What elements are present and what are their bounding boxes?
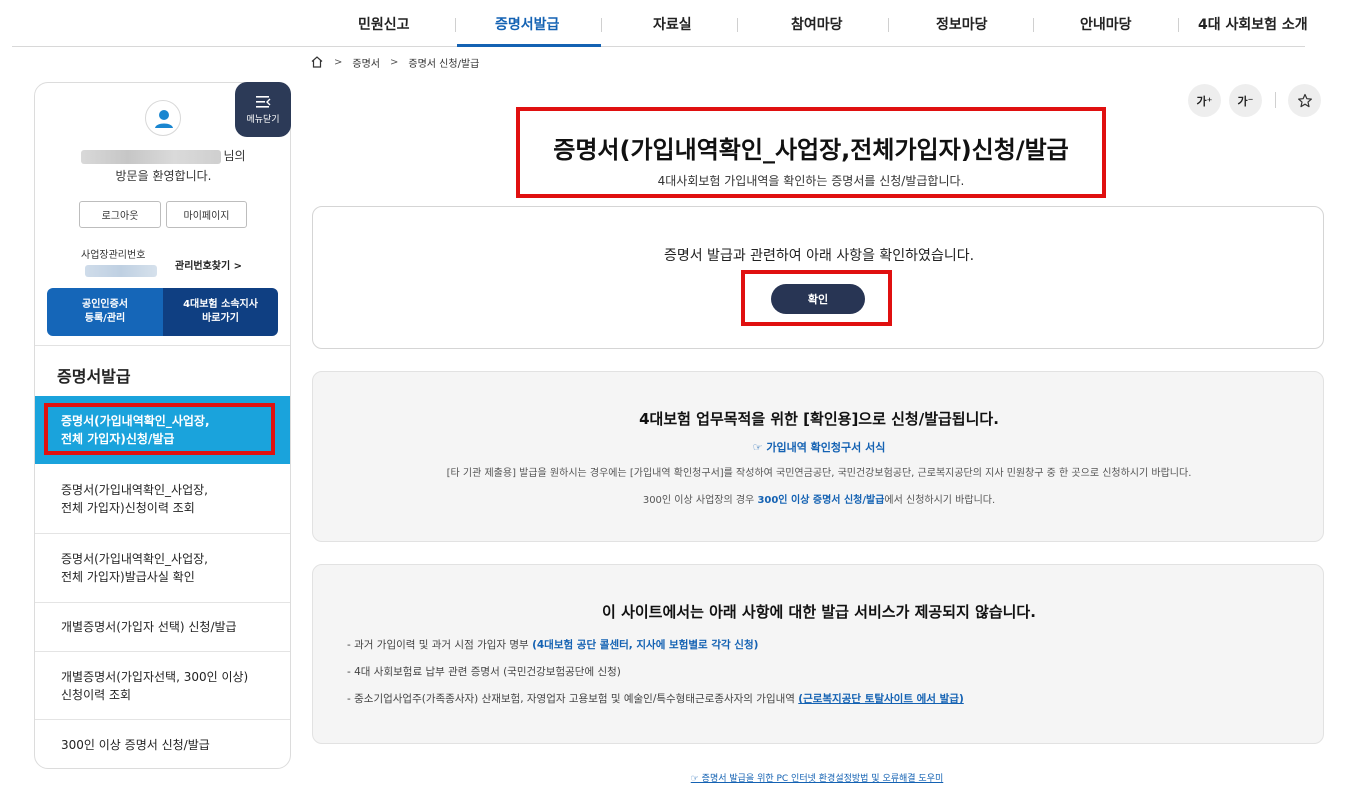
page-title: 증명서(가입내역확인_사업장,전체가입자)신청/발급 <box>553 136 1069 164</box>
breadcrumb-item[interactable]: 증명서 <box>352 55 380 70</box>
avatar <box>145 100 181 136</box>
page-subtitle: 4대사회보험 가입내역을 확인하는 증명서를 신청/발급합니다. <box>657 174 965 188</box>
sidebar-item-individual-cert[interactable]: 개별증명서(가입자 선택) 신청/발급 <box>35 603 290 652</box>
info-panel-unavailable: 이 사이트에서는 아래 사항에 대한 발급 서비스가 제공되지 않습니다. - … <box>312 564 1324 744</box>
menu-close-label: 메뉴닫기 <box>246 114 280 125</box>
branch-shortcut-button[interactable]: 4대보험 소속지사 바로가기 <box>163 288 278 336</box>
info-heading: 이 사이트에서는 아래 사항에 대한 발급 서비스가 제공되지 않습니다. <box>602 603 1036 621</box>
nav-separator <box>1033 18 1034 32</box>
sidebar-item-apply-history[interactable]: 증명서(가입내역확인_사업장, 전체 가입자)신청이력 조회 <box>35 464 290 534</box>
info-text: 300인 이상 사업장의 경우 300인 이상 증명서 신청/발급에서 신청하시… <box>642 495 996 506</box>
info-heading: 4대보험 업무목적을 위한 [확인용]으로 신청/발급됩니다. <box>639 410 999 428</box>
breadcrumb-separator: > <box>334 56 343 68</box>
divider <box>35 345 290 346</box>
sidebar-item-apply-issue[interactable]: 증명서(가입내역확인_사업장, 전체 가입자)신청/발급 <box>35 396 290 464</box>
nav-item-civil-report[interactable]: 민원신고 <box>358 14 410 34</box>
nav-item-certificate[interactable]: 증명서발급 <box>495 14 559 34</box>
list-item: - 4대 사회보험료 납부 관련 증명서 (국민건강보험공단에 신청) <box>347 666 621 678</box>
nav-item-archive[interactable]: 자료실 <box>653 14 692 34</box>
sidebar-item-300-plus[interactable]: 300인 이상 증명서 신청/발급 <box>35 720 290 768</box>
nav-item-information[interactable]: 정보마당 <box>936 14 988 34</box>
breadcrumb: > 증명서 > 증명서 신청/발급 <box>310 53 479 71</box>
find-mgmt-number-link[interactable]: 관리번호찾기 > <box>175 257 242 272</box>
callcenter-link[interactable]: (4대보험 공단 콜센터, 지사에 보험별로 각각 신청) <box>532 639 758 651</box>
cert-register-button[interactable]: 공인인증서 등록/관리 <box>47 288 163 336</box>
sidebar-section-title: 증명서발급 <box>57 367 131 386</box>
divider <box>1275 92 1276 108</box>
list-item: - 과거 가입이력 및 과거 시점 가입자 명부 (4대보험 공단 콜센터, 지… <box>347 639 759 651</box>
blurred-mgmt-number <box>85 265 157 277</box>
nav-item-guide[interactable]: 안내마당 <box>1080 14 1132 34</box>
nav-separator <box>737 18 738 32</box>
menu-icon <box>256 95 271 108</box>
confirm-text: 증명서 발급과 관련하여 아래 사항을 확인하였습니다. <box>663 248 975 264</box>
sidebar: 님의 방문을 환영합니다. 로그아웃 마이페이지 사업장관리번호 관리번호찾기 … <box>34 82 291 769</box>
sidebar-item-issue-verify[interactable]: 증명서(가입내역확인_사업장, 전체 가입자)발급사실 확인 <box>35 534 290 603</box>
confirm-panel: 증명서 발급과 관련하여 아래 사항을 확인하였습니다. 확인 <box>312 206 1324 349</box>
nav-active-indicator <box>457 44 601 47</box>
breadcrumb-item[interactable]: 증명서 신청/발급 <box>408 55 479 70</box>
nav-item-participation[interactable]: 참여마당 <box>791 14 843 34</box>
breadcrumb-separator: > <box>390 56 399 68</box>
request-form-link[interactable]: ☞ 가입내역 확인청구서 서식 <box>313 439 1325 455</box>
logout-button[interactable]: 로그아웃 <box>79 201 161 228</box>
font-decrease-button[interactable]: 가⁻ <box>1229 84 1262 117</box>
user-icon <box>155 110 173 128</box>
nav-separator <box>455 18 456 32</box>
help-link[interactable]: ☞ 증명서 발급을 위한 PC 인터넷 환경설정방법 및 오류해결 도우미 <box>0 771 1367 784</box>
favorite-button[interactable] <box>1288 84 1321 117</box>
list-item: - 중소기업사업주(가족종사자) 산재보험, 자영업자 고용보험 및 예술인/특… <box>347 693 964 705</box>
welcome-name: 님의 <box>35 147 290 164</box>
info-text: [타 기관 제출용] 발급을 원하시는 경우에는 [가입내역 확인청구서]를 작… <box>446 468 1192 479</box>
home-icon[interactable] <box>310 55 324 69</box>
blurred-username <box>81 149 222 164</box>
font-increase-button[interactable]: 가⁺ <box>1188 84 1221 117</box>
confirm-button[interactable]: 확인 <box>771 284 865 314</box>
star-icon <box>1297 93 1312 107</box>
welcome-message: 방문을 환영합니다. <box>115 169 212 183</box>
menu-close-button[interactable]: 메뉴닫기 <box>235 82 291 137</box>
top-navigation: 민원신고 증명서발급 자료실 참여마당 정보마당 안내마당 4대 사회보험 소개 <box>12 0 1308 47</box>
nav-separator <box>888 18 889 32</box>
info-panel-purpose: 4대보험 업무목적을 위한 [확인용]으로 신청/발급됩니다. ☞ 가입내역 확… <box>312 371 1324 542</box>
nav-separator <box>1178 18 1179 32</box>
mgmt-number-label: 사업장관리번호 <box>81 250 146 261</box>
mypage-button[interactable]: 마이페이지 <box>166 201 247 228</box>
300-plus-link[interactable]: 300인 이상 증명서 신청/발급 <box>757 495 884 506</box>
nav-separator <box>601 18 602 32</box>
nav-item-insurance-intro[interactable]: 4대 사회보험 소개 <box>1198 14 1308 34</box>
total-site-link[interactable]: (근로복지공단 토탈사이트 에서 발급) <box>798 693 963 705</box>
sidebar-item-individual-history[interactable]: 개별증명서(가입자선택, 300인 이상) 신청이력 조회 <box>35 652 290 720</box>
